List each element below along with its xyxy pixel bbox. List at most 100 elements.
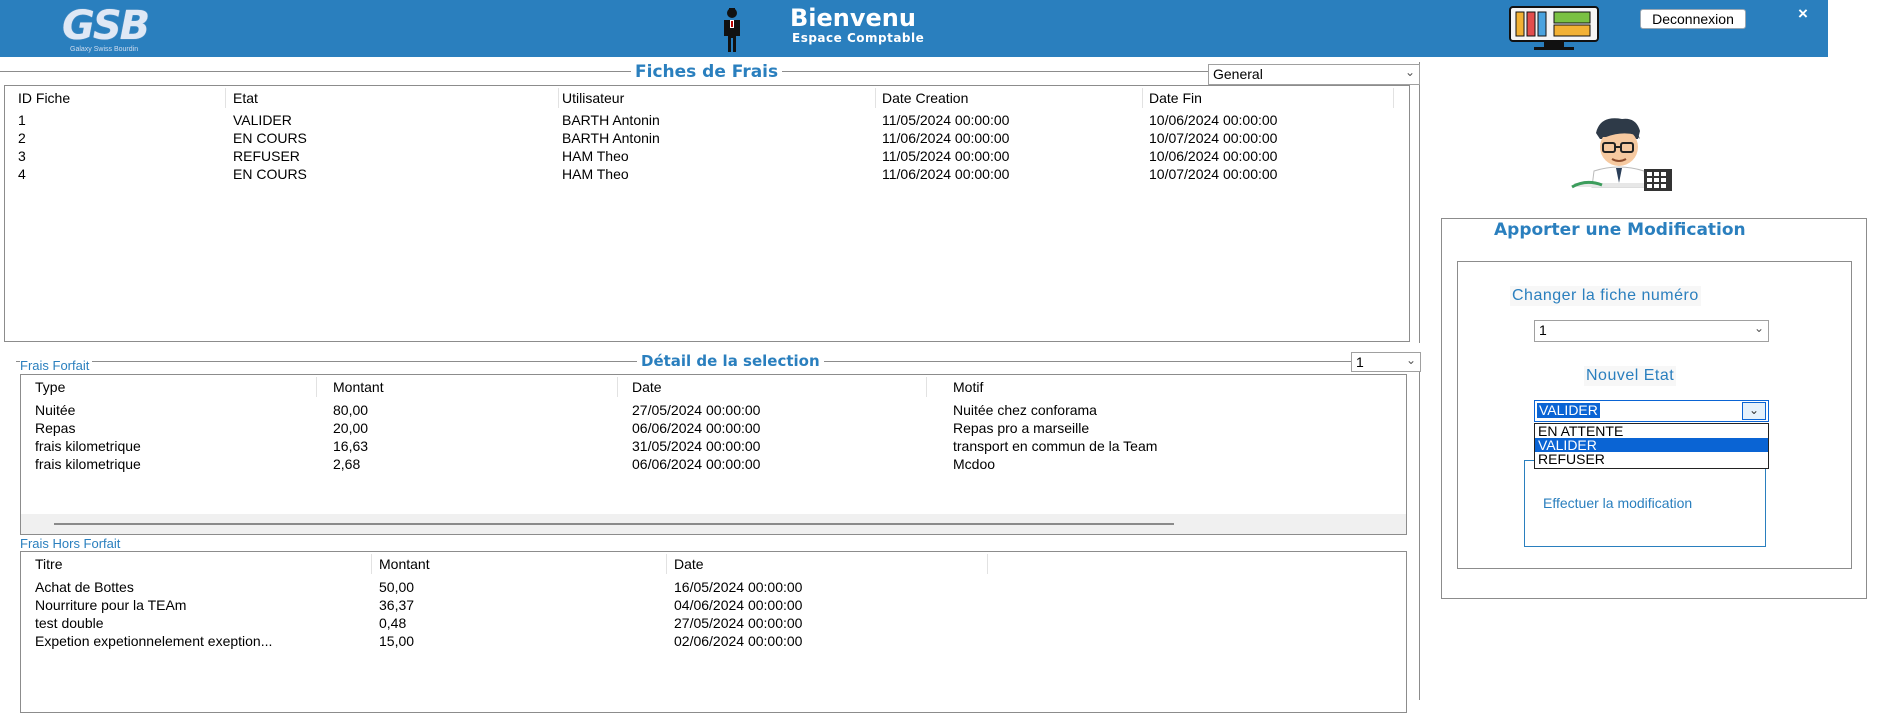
cell-date-creation: 11/06/2024 00:00:00 xyxy=(882,166,1010,182)
state-option[interactable]: EN ATTENTE xyxy=(1535,424,1768,438)
frais-forfait-table[interactable]: Type Montant Date Motif Nuitée 80,00 27/… xyxy=(20,374,1407,535)
col-header-titre[interactable]: Titre xyxy=(35,556,62,572)
cell-type: frais kilometrique xyxy=(35,438,141,454)
fiches-filter-select[interactable]: General ⌄ xyxy=(1208,64,1420,85)
state-select[interactable]: VALIDER ⌄ xyxy=(1534,400,1769,422)
col-separator[interactable] xyxy=(987,554,988,574)
cell-type: Nuitée xyxy=(35,402,76,418)
chevron-down-icon: ⌄ xyxy=(1404,65,1415,79)
accountant-figure-icon xyxy=(724,8,740,52)
table-row[interactable]: frais kilometrique 16,63 31/05/2024 00:0… xyxy=(21,438,1406,456)
state-option-label: REFUSER xyxy=(1538,451,1605,467)
table-row[interactable]: Achat de Bottes 50,00 16/05/2024 00:00:0… xyxy=(21,579,1406,597)
col-header-id[interactable]: ID Fiche xyxy=(18,90,70,106)
col-separator[interactable] xyxy=(617,377,618,397)
logout-button[interactable]: Deconnexion xyxy=(1640,9,1746,29)
submit-modification-label: Effectuer la modification xyxy=(1543,495,1693,511)
table-row[interactable]: frais kilometrique 2,68 06/06/2024 00:00… xyxy=(21,456,1406,474)
col-separator[interactable] xyxy=(316,377,317,397)
cell-date: 31/05/2024 00:00:00 xyxy=(632,438,761,454)
new-state-label: Nouvel Etat xyxy=(1584,366,1677,386)
col-header-montant[interactable]: Montant xyxy=(379,556,430,572)
chevron-down-icon[interactable]: ⌄ xyxy=(1742,402,1766,420)
cell-date: 27/05/2024 00:00:00 xyxy=(674,615,803,631)
cell-utilisateur: HAM Theo xyxy=(562,148,629,164)
scrollbar-thumb[interactable] xyxy=(54,523,1174,525)
cell-motif: transport en commun de la Team xyxy=(953,438,1158,454)
cell-date-fin: 10/07/2024 00:00:00 xyxy=(1149,166,1278,182)
table-row[interactable]: test double 0,48 27/05/2024 00:00:00 xyxy=(21,615,1406,633)
frais-hors-forfait-label: Frais Hors Forfait xyxy=(20,536,121,551)
col-separator[interactable] xyxy=(225,88,226,108)
col-separator[interactable] xyxy=(666,554,667,574)
table-row[interactable]: Expetion expetionnelement exeption... 15… xyxy=(21,633,1406,651)
col-separator[interactable] xyxy=(1393,88,1394,108)
cell-titre: test double xyxy=(35,615,104,631)
cell-utilisateur: HAM Theo xyxy=(562,166,629,182)
table-row[interactable]: Repas 20,00 06/06/2024 00:00:00 Repas pr… xyxy=(21,420,1406,438)
state-dropdown-list[interactable]: EN ATTENTE VALIDER REFUSER xyxy=(1534,423,1769,469)
cell-montant: 15,00 xyxy=(379,633,415,649)
state-option-selected[interactable]: VALIDER xyxy=(1535,438,1768,452)
cell-date: 04/06/2024 00:00:00 xyxy=(674,597,803,613)
table-row[interactable]: 2 EN COURS BARTH Antonin 11/06/2024 00:0… xyxy=(5,130,1409,148)
cell-id: 3 xyxy=(18,148,26,164)
cell-etat: VALIDER xyxy=(233,112,292,128)
col-header-utilisateur[interactable]: Utilisateur xyxy=(562,90,624,106)
horizontal-scrollbar[interactable] xyxy=(21,514,1406,534)
col-separator[interactable] xyxy=(558,88,559,108)
dashboard-monitor-icon xyxy=(1509,6,1599,50)
col-header-montant[interactable]: Montant xyxy=(333,379,384,395)
cell-date: 02/06/2024 00:00:00 xyxy=(674,633,803,649)
detail-panel-right-border xyxy=(1419,361,1420,700)
submit-modification-button[interactable]: Effectuer la modification xyxy=(1524,460,1766,547)
fiches-table[interactable]: ID Fiche Etat Utilisateur Date Creation … xyxy=(4,85,1410,342)
cell-etat: EN COURS xyxy=(233,166,307,182)
col-separator[interactable] xyxy=(875,88,876,108)
table-row[interactable]: 4 EN COURS HAM Theo 11/06/2024 00:00:00 … xyxy=(5,166,1409,184)
col-header-date[interactable]: Date xyxy=(674,556,704,572)
cell-motif: Repas pro a marseille xyxy=(953,420,1090,436)
detail-selection-value: 1 xyxy=(1356,354,1364,370)
col-header-date-creation[interactable]: Date Creation xyxy=(882,90,968,106)
col-separator[interactable] xyxy=(1142,88,1143,108)
cell-id: 2 xyxy=(18,130,26,146)
cell-id: 1 xyxy=(18,112,26,128)
col-separator[interactable] xyxy=(371,554,372,574)
fiche-number-select[interactable]: 1 ⌄ xyxy=(1534,320,1769,342)
cell-date: 06/06/2024 00:00:00 xyxy=(632,420,761,436)
close-icon[interactable]: × xyxy=(1798,4,1808,24)
table-row[interactable]: 3 REFUSER HAM Theo 11/05/2024 00:00:00 1… xyxy=(5,148,1409,166)
chevron-down-icon: ⌄ xyxy=(1405,353,1416,367)
col-header-motif[interactable]: Motif xyxy=(953,379,983,395)
cell-montant: 36,37 xyxy=(379,597,415,613)
state-selected-value: VALIDER xyxy=(1537,402,1600,418)
col-separator[interactable] xyxy=(926,377,927,397)
cell-etat: EN COURS xyxy=(233,130,307,146)
cell-date-fin: 10/06/2024 00:00:00 xyxy=(1149,148,1278,164)
detail-selection-select[interactable]: 1 ⌄ xyxy=(1351,352,1421,372)
table-row[interactable]: Nuitée 80,00 27/05/2024 00:00:00 Nuitée … xyxy=(21,402,1406,420)
col-header-date-fin[interactable]: Date Fin xyxy=(1149,90,1202,106)
col-header-etat[interactable]: Etat xyxy=(233,90,258,106)
table-row[interactable]: Nourriture pour la TEAm 36,37 04/06/2024… xyxy=(21,597,1406,615)
cell-date: 27/05/2024 00:00:00 xyxy=(632,402,761,418)
table-row[interactable]: 1 VALIDER BARTH Antonin 11/05/2024 00:00… xyxy=(5,112,1409,130)
change-fiche-label: Changer la fiche numéro xyxy=(1510,286,1701,306)
cell-montant: 50,00 xyxy=(379,579,415,595)
welcome-subtitle: Espace Comptable xyxy=(792,31,925,45)
detail-title: Détail de la selection xyxy=(637,352,824,370)
frais-hors-forfait-table[interactable]: Titre Montant Date Achat de Bottes 50,00… xyxy=(20,551,1407,713)
col-header-date[interactable]: Date xyxy=(632,379,662,395)
accountant-illustration-icon xyxy=(1571,118,1672,191)
cell-titre: Nourriture pour la TEAm xyxy=(35,597,187,613)
col-header-type[interactable]: Type xyxy=(35,379,65,395)
cell-montant: 0,48 xyxy=(379,615,407,631)
cell-date-creation: 11/05/2024 00:00:00 xyxy=(882,112,1010,128)
fiches-panel-right-border xyxy=(1419,62,1420,343)
state-option[interactable]: REFUSER xyxy=(1535,452,1768,466)
cell-montant: 20,00 xyxy=(333,420,369,436)
logo-subtext: Galaxy Swiss Bourdin xyxy=(70,46,139,53)
cell-titre: Expetion expetionnelement exeption... xyxy=(35,633,273,649)
cell-date-fin: 10/07/2024 00:00:00 xyxy=(1149,130,1278,146)
